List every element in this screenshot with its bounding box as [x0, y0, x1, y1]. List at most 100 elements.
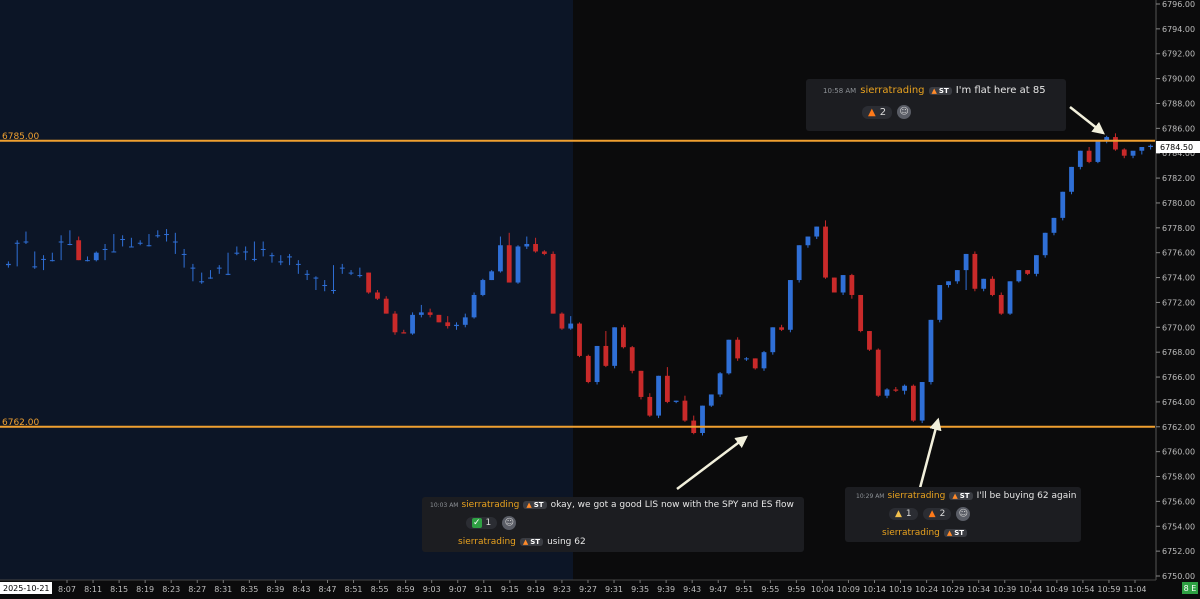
- candle: [1016, 270, 1022, 283]
- candle: [937, 285, 943, 323]
- price-axis[interactable]: 6796.00 6794.00 6792.00 6790.00 6788.00 6786.…: [1155, 0, 1200, 581]
- candle-body: [814, 226, 820, 237]
- time-tick-label: 11:04: [1123, 585, 1146, 594]
- candle-body: [304, 273, 310, 275]
- candle: [1051, 217, 1057, 236]
- candle-body: [14, 242, 20, 244]
- reaction-fire[interactable]: ▲ 2: [862, 105, 893, 119]
- time-tick-label: 8:47: [319, 585, 337, 594]
- candle-body: [498, 245, 503, 272]
- price-tick-label: 6792.00: [1162, 50, 1195, 59]
- candle: [1042, 232, 1048, 258]
- time-tick-label: 10:44: [1019, 585, 1042, 594]
- reaction-fire[interactable]: ▲ 2: [922, 508, 952, 520]
- candle-body: [858, 294, 864, 332]
- followup-username[interactable]: sierratrading: [458, 537, 516, 547]
- candle: [638, 370, 644, 400]
- price-chart[interactable]: 6785.00 6762.00 6796.00 6794.00 6792.00 6790…: [0, 0, 1200, 595]
- candle-body: [471, 294, 477, 318]
- candle-body: [963, 253, 969, 271]
- add-reaction-icon[interactable]: ☺: [502, 516, 517, 530]
- candle-body: [93, 252, 99, 261]
- candle-body: [981, 278, 987, 289]
- candle-body: [401, 332, 407, 334]
- user-badge: ▲ ST: [928, 86, 952, 95]
- time-tick-label: 8:27: [188, 585, 206, 594]
- time-tick-label: 10:54: [1071, 585, 1094, 594]
- time-tick-label: 8:31: [214, 585, 232, 594]
- flame-icon: ▲: [526, 501, 532, 509]
- candle-body: [910, 385, 916, 421]
- candle-body: [234, 252, 240, 254]
- candle-body: [805, 236, 811, 246]
- price-tick-label: 6790.00: [1162, 75, 1195, 84]
- message-username[interactable]: sierratrading: [887, 491, 945, 501]
- candle-body: [172, 241, 178, 243]
- candle-body: [541, 251, 547, 254]
- message-time: 10:58 AM: [823, 86, 857, 95]
- check-emoji-icon: ✓: [472, 518, 482, 528]
- candle-body: [1069, 166, 1074, 192]
- candle-body: [946, 281, 951, 286]
- price-tick-label: 6786.00: [1162, 124, 1195, 133]
- time-tick-label: 9:11: [475, 585, 493, 594]
- time-tick-label: 9:27: [579, 585, 597, 594]
- candle-body: [673, 400, 679, 402]
- candle: [594, 345, 600, 385]
- candle-body: [585, 355, 591, 383]
- candle: [1060, 191, 1066, 221]
- candle: [858, 294, 864, 333]
- candle-body: [533, 243, 538, 252]
- candle-body: [708, 394, 714, 406]
- candle-body: [252, 258, 257, 260]
- candle: [840, 275, 846, 295]
- candle-body: [155, 235, 161, 237]
- candle: [480, 278, 486, 297]
- reaction-check[interactable]: ✓ 1: [466, 517, 498, 529]
- candle-body: [243, 251, 249, 253]
- candle-body: [998, 294, 1004, 314]
- candle-body: [761, 352, 767, 369]
- user-badge: ▲ ST: [949, 492, 973, 500]
- candle: [910, 384, 916, 422]
- time-axis[interactable]: 2025-10-21 8:07 8:11 8:15 8:19 8:23 8:27 8:31 8:…: [0, 579, 1200, 595]
- date-label: 2025-10-21: [3, 584, 50, 593]
- candle: [875, 348, 881, 397]
- time-tick-label: 9:59: [787, 585, 805, 594]
- candle: [436, 314, 442, 323]
- followup-username[interactable]: sierratrading: [882, 528, 940, 538]
- price-tick-label: 6780.00: [1162, 199, 1195, 208]
- add-reaction-icon[interactable]: ☺: [897, 105, 912, 119]
- time-tick-label: 8:43: [292, 585, 310, 594]
- fire-emoji-icon: ▲: [868, 106, 876, 118]
- message-time: 10:29 AM: [856, 492, 885, 500]
- price-tick-label: 6758.00: [1162, 473, 1195, 482]
- candle-body: [621, 327, 626, 348]
- time-tick-label: 9:07: [449, 585, 467, 594]
- candle-body: [682, 400, 688, 421]
- reaction-thumbs-up[interactable]: ▲ 1: [889, 508, 918, 520]
- candle-body: [919, 382, 925, 421]
- fire-emoji-icon: ▲: [928, 509, 936, 519]
- candle-body: [295, 263, 301, 265]
- candle-body: [893, 389, 899, 391]
- candle-body: [594, 345, 600, 383]
- candle-body: [76, 240, 82, 261]
- message-username[interactable]: sierratrading: [860, 85, 924, 96]
- candle-body: [287, 256, 292, 258]
- time-tick-label: 9:03: [423, 585, 441, 594]
- candle-body: [278, 261, 284, 263]
- user-badge: ▲ ST: [519, 538, 544, 546]
- candle: [612, 327, 618, 369]
- candle: [1077, 150, 1083, 170]
- candle-body: [779, 327, 784, 330]
- chat-message-buying: 10:29 AM sierratrading ▲ ST I'll be buyin…: [845, 487, 1081, 542]
- time-tick-label: 10:29: [941, 585, 964, 594]
- candle-body: [744, 358, 749, 360]
- price-tick-label: 6774.00: [1162, 274, 1195, 283]
- add-reaction-icon[interactable]: ☺: [956, 507, 971, 521]
- flame-icon: ▲: [946, 529, 953, 537]
- message-username[interactable]: sierratrading: [461, 500, 519, 510]
- time-tick-label: 10:04: [811, 585, 834, 594]
- time-tick-label: 8:19: [136, 585, 154, 594]
